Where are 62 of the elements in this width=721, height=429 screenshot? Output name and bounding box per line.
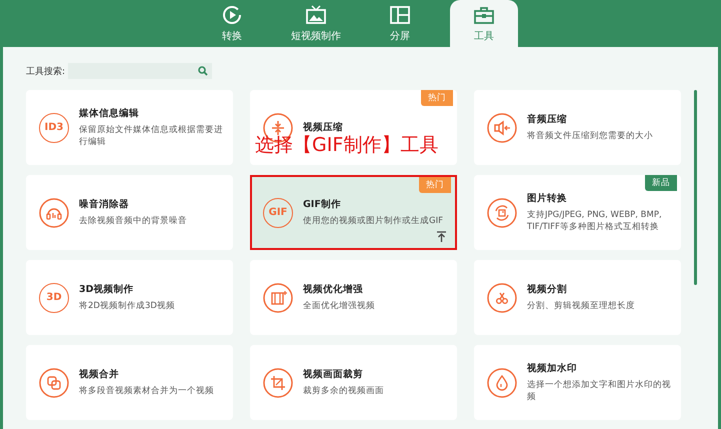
tool-title: 噪音消除器 [79, 198, 130, 211]
tool-icon: 3D [39, 282, 69, 312]
pin-icon[interactable] [436, 231, 447, 242]
annotation-text: 选择【GIF制作】工具 [255, 133, 438, 158]
tool-card[interactable]: 3D 3D视频制作 将2D视频制作成3D视频 [26, 260, 233, 335]
tool-card[interactable]: ID3 媒体信息编辑 保留原始文件媒体信息或根据需要进行编辑 [26, 90, 233, 165]
tool-title: 视频合并 [79, 368, 120, 381]
tool-card[interactable]: 噪音消除器 去除视频音频中的背景噪音 [26, 175, 233, 250]
tool-icon [487, 282, 517, 312]
tool-title: 视频画面裁剪 [303, 368, 364, 381]
tool-title: GIF制作 [303, 198, 342, 211]
tool-title: 媒体信息编辑 [79, 107, 140, 120]
tool-card[interactable]: 视频优化增强 全面优化增强视频 [250, 260, 457, 335]
tool-icon [487, 112, 517, 142]
tool-badge: 热门 [419, 177, 451, 193]
tool-icon [487, 198, 517, 228]
tool-icon: GIF [263, 198, 293, 228]
tab[interactable]: 短视频制作 [274, 0, 358, 47]
tool-description: 将2D视频制作成3D视频 [79, 300, 175, 312]
play-circle-icon [221, 4, 243, 26]
tool-icon [263, 368, 293, 398]
tool-icon [487, 368, 517, 398]
search-field[interactable] [68, 63, 212, 79]
tool-title: 视频分割 [527, 282, 568, 296]
toolbox-icon [473, 4, 495, 26]
tool-description: 将多段音视频素材合并为一个视频 [79, 386, 214, 398]
tool-card[interactable]: 新品 图片转换 支持JPG/JPEG, PNG, WEBP, BMP, TIF/TIFF等多种图片格式互相转换 [474, 175, 681, 250]
tool-description: 支持JPG/JPEG, PNG, WEBP, BMP, TIF/TIFF等多种图片格式互相转换 [527, 210, 663, 233]
tool-card[interactable]: 视频合并 将多段音视频素材合并为一个视频 [26, 345, 233, 420]
tool-title: 音频压缩 [527, 112, 568, 126]
tv-icon [305, 4, 327, 26]
tool-title: 视频加水印 [527, 362, 578, 376]
tool-badge: 热门 [421, 90, 453, 106]
tool-card[interactable]: 视频加水印 选择一个想添加文字和图片水印的视频 [474, 345, 681, 420]
tool-icon: ID3 [39, 112, 69, 142]
tool-icon [39, 198, 69, 228]
tool-card[interactable]: 热门 GIF GIF制作 使用您的视频或图片制作或生成GIF [250, 175, 457, 250]
tab[interactable]: 工具 [450, 0, 518, 47]
search-icon[interactable] [198, 66, 208, 76]
tool-description: 全面优化增强视频 [303, 300, 375, 312]
tool-description: 将音频文件压缩到您需要的大小 [527, 130, 653, 142]
tab[interactable]: 分屏 [358, 0, 442, 47]
tool-card[interactable]: 视频分割 分割、剪辑视频至理想长度 [474, 260, 681, 335]
scrollbar[interactable] [694, 90, 697, 285]
search-label: 工具搜索: [26, 66, 66, 78]
tool-icon [263, 282, 293, 312]
tool-title: 视频优化增强 [303, 282, 364, 296]
tool-card[interactable]: 视频画面裁剪 裁剪多余的视频画面 [250, 345, 457, 420]
split-layout-icon [389, 4, 411, 26]
tool-icon [39, 368, 69, 398]
tool-description: 使用您的视频或图片制作或生成GIF [303, 216, 443, 228]
tool-title: 视频压缩 [303, 121, 343, 134]
tool-description: 保留原始文件媒体信息或根据需要进行编辑 [79, 125, 223, 148]
tool-title: 3D视频制作 [79, 282, 134, 296]
tool-card[interactable]: 音频压缩 将音频文件压缩到您需要的大小 [474, 90, 681, 165]
tool-description: 裁剪多余的视频画面 [303, 386, 384, 398]
tool-description: 去除视频音频中的背景噪音 [79, 216, 187, 228]
tab[interactable]: 转换 [190, 0, 274, 47]
tool-title: 图片转换 [527, 192, 568, 206]
tool-badge: 新品 [645, 175, 677, 191]
tool-description: 分割、剪辑视频至理想长度 [527, 300, 635, 312]
tool-description: 选择一个想添加文字和图片水印的视频 [527, 380, 671, 403]
